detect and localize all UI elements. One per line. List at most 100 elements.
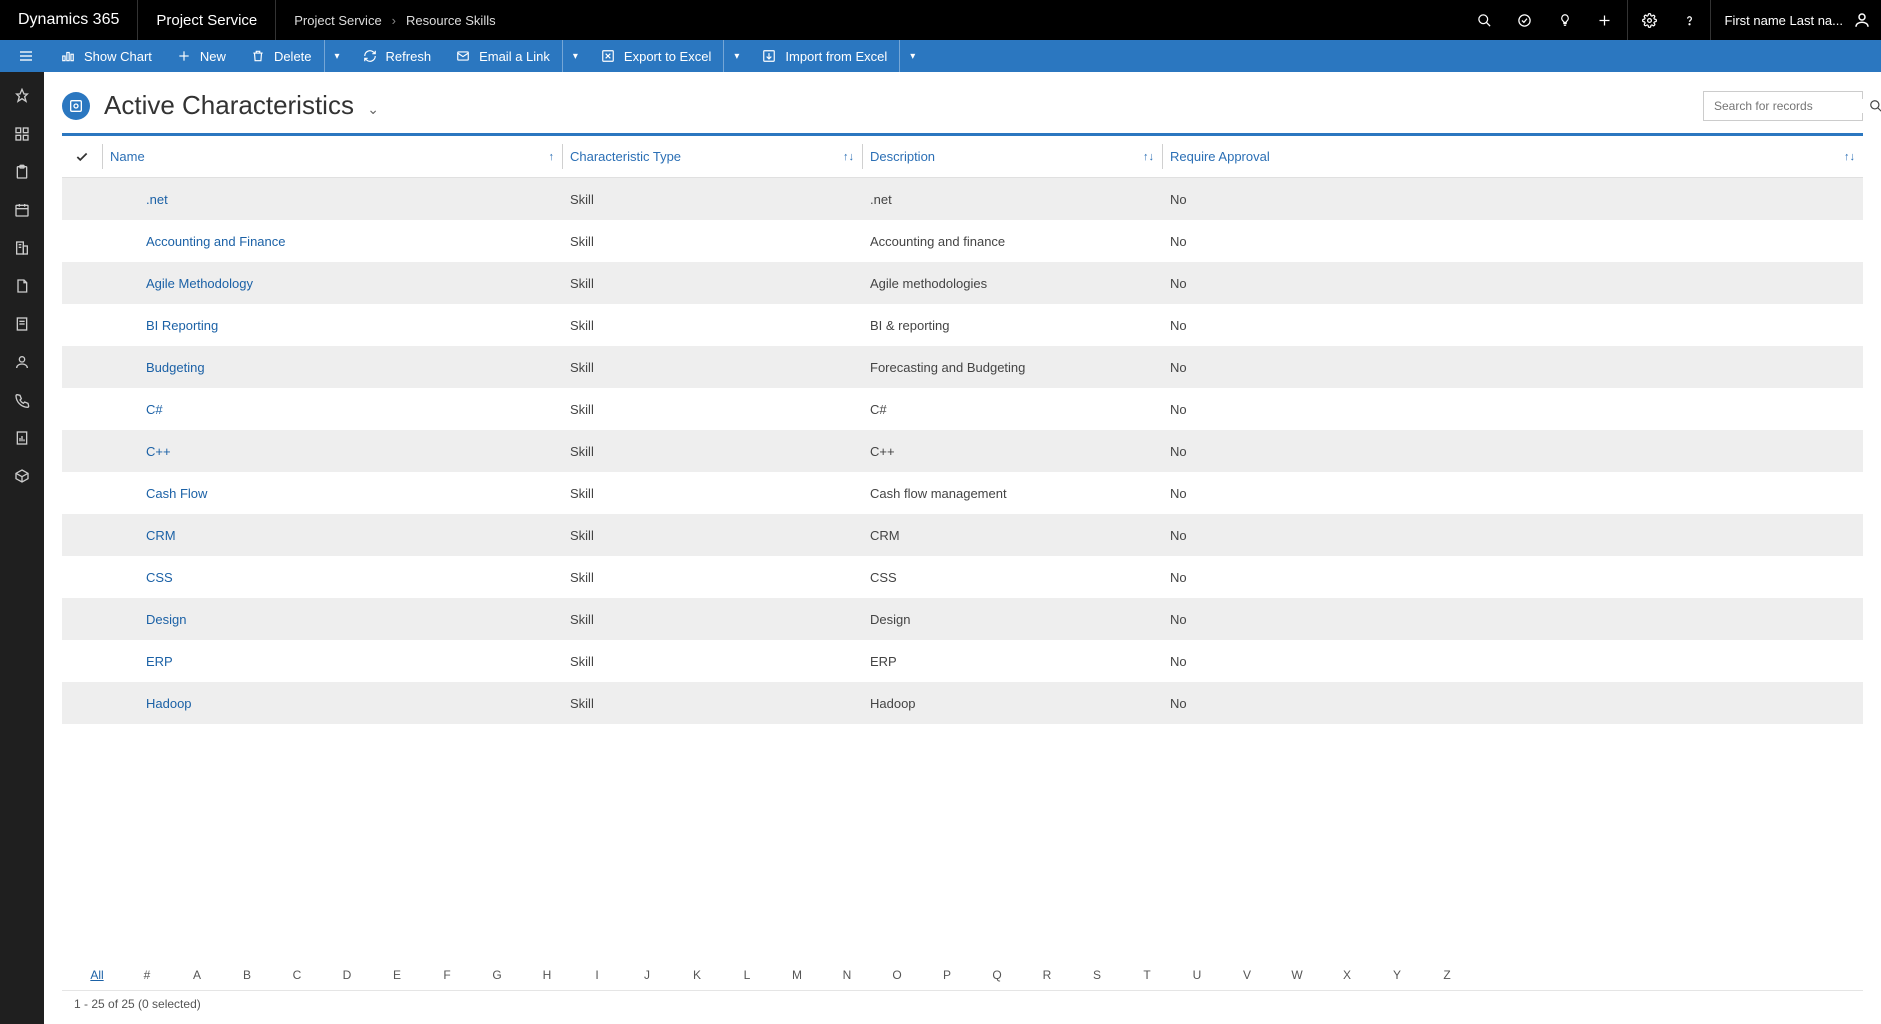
breadcrumb-item[interactable]: Project Service: [294, 13, 381, 28]
alpha-filter-x[interactable]: X: [1322, 968, 1372, 982]
chevron-down-icon[interactable]: ⌄: [367, 101, 379, 117]
import-excel-dropdown[interactable]: ▾: [899, 40, 925, 72]
alpha-filter-all[interactable]: All: [72, 968, 122, 982]
refresh-button[interactable]: Refresh: [350, 40, 444, 72]
plus-icon[interactable]: [1585, 0, 1625, 40]
module-label[interactable]: Project Service: [138, 0, 276, 40]
row-selector[interactable]: [62, 430, 102, 472]
alpha-filter-i[interactable]: I: [572, 968, 622, 982]
gear-icon[interactable]: [1630, 0, 1670, 40]
search-icon[interactable]: [1465, 0, 1505, 40]
table-row[interactable]: CSSSkillCSSNo: [62, 556, 1863, 598]
row-selector[interactable]: [62, 220, 102, 262]
cell-name[interactable]: C++: [102, 430, 562, 472]
table-row[interactable]: .netSkill.netNo: [62, 178, 1863, 220]
nav-report-icon[interactable]: [0, 422, 44, 454]
table-row[interactable]: C++SkillC++No: [62, 430, 1863, 472]
alpha-filter-h[interactable]: H: [522, 968, 572, 982]
email-link-dropdown[interactable]: ▾: [562, 40, 588, 72]
row-selector[interactable]: [62, 388, 102, 430]
cell-name[interactable]: ERP: [102, 640, 562, 682]
alpha-filter-g[interactable]: G: [472, 968, 522, 982]
row-selector[interactable]: [62, 682, 102, 724]
alpha-filter-e[interactable]: E: [372, 968, 422, 982]
column-header-name[interactable]: Name ↑: [102, 136, 562, 177]
nav-pin-icon[interactable]: [0, 80, 44, 112]
nav-box-icon[interactable]: [0, 460, 44, 492]
alpha-filter-s[interactable]: S: [1072, 968, 1122, 982]
nav-clipboard-icon[interactable]: [0, 156, 44, 188]
row-selector[interactable]: [62, 262, 102, 304]
table-row[interactable]: HadoopSkillHadoopNo: [62, 682, 1863, 724]
cell-name[interactable]: .net: [102, 178, 562, 220]
cell-name[interactable]: CSS: [102, 556, 562, 598]
alpha-filter-k[interactable]: K: [672, 968, 722, 982]
new-button[interactable]: New: [164, 40, 238, 72]
table-row[interactable]: Cash FlowSkillCash flow managementNo: [62, 472, 1863, 514]
export-excel-button[interactable]: Export to Excel: [588, 40, 723, 72]
alpha-filter-o[interactable]: O: [872, 968, 922, 982]
alpha-filter-l[interactable]: L: [722, 968, 772, 982]
email-link-button[interactable]: Email a Link: [443, 40, 562, 72]
table-row[interactable]: BI ReportingSkillBI & reportingNo: [62, 304, 1863, 346]
alpha-filter-p[interactable]: P: [922, 968, 972, 982]
search-icon[interactable]: [1869, 99, 1881, 113]
table-row[interactable]: ERPSkillERPNo: [62, 640, 1863, 682]
delete-button[interactable]: Delete: [238, 40, 324, 72]
column-header-approve[interactable]: Require Approval ↑↓: [1162, 136, 1863, 177]
cell-name[interactable]: Accounting and Finance: [102, 220, 562, 262]
cell-name[interactable]: CRM: [102, 514, 562, 556]
alpha-filter-c[interactable]: C: [272, 968, 322, 982]
nav-calendar-icon[interactable]: [0, 194, 44, 226]
delete-dropdown[interactable]: ▾: [324, 40, 350, 72]
table-row[interactable]: Agile MethodologySkillAgile methodologie…: [62, 262, 1863, 304]
cell-name[interactable]: Hadoop: [102, 682, 562, 724]
cell-name[interactable]: Design: [102, 598, 562, 640]
row-selector[interactable]: [62, 346, 102, 388]
alpha-filter-f[interactable]: F: [422, 968, 472, 982]
cell-name[interactable]: BI Reporting: [102, 304, 562, 346]
brand-label[interactable]: Dynamics 365: [0, 0, 138, 40]
alpha-filter-r[interactable]: R: [1022, 968, 1072, 982]
row-selector[interactable]: [62, 178, 102, 220]
alpha-filter-w[interactable]: W: [1272, 968, 1322, 982]
cell-name[interactable]: Budgeting: [102, 346, 562, 388]
cell-name[interactable]: Cash Flow: [102, 472, 562, 514]
table-row[interactable]: C#SkillC#No: [62, 388, 1863, 430]
nav-document-icon[interactable]: [0, 270, 44, 302]
alpha-filter-y[interactable]: Y: [1372, 968, 1422, 982]
task-icon[interactable]: [1505, 0, 1545, 40]
search-input[interactable]: [1714, 99, 1869, 113]
row-selector[interactable]: [62, 556, 102, 598]
cell-name[interactable]: Agile Methodology: [102, 262, 562, 304]
table-row[interactable]: CRMSkillCRMNo: [62, 514, 1863, 556]
alpha-filter-d[interactable]: D: [322, 968, 372, 982]
column-header-description[interactable]: Description ↑↓: [862, 136, 1162, 177]
export-excel-dropdown[interactable]: ▾: [723, 40, 749, 72]
cell-name[interactable]: C#: [102, 388, 562, 430]
select-all-column[interactable]: [62, 136, 102, 177]
row-selector[interactable]: [62, 598, 102, 640]
table-row[interactable]: DesignSkillDesignNo: [62, 598, 1863, 640]
table-row[interactable]: Accounting and FinanceSkillAccounting an…: [62, 220, 1863, 262]
alpha-filter-#[interactable]: #: [122, 968, 172, 982]
alpha-filter-t[interactable]: T: [1122, 968, 1172, 982]
row-selector[interactable]: [62, 472, 102, 514]
search-records-box[interactable]: [1703, 91, 1863, 121]
user-menu[interactable]: First name Last na...: [1710, 0, 1881, 40]
nav-invoice-icon[interactable]: [0, 308, 44, 340]
nav-person-icon[interactable]: [0, 346, 44, 378]
table-row[interactable]: BudgetingSkillForecasting and BudgetingN…: [62, 346, 1863, 388]
show-chart-button[interactable]: Show Chart: [48, 40, 164, 72]
grid-body[interactable]: .netSkill.netNoAccounting and FinanceSki…: [62, 178, 1863, 960]
help-icon[interactable]: [1670, 0, 1710, 40]
alpha-filter-q[interactable]: Q: [972, 968, 1022, 982]
row-selector[interactable]: [62, 640, 102, 682]
hamburger-icon[interactable]: [8, 40, 44, 72]
column-header-type[interactable]: Characteristic Type ↑↓: [562, 136, 862, 177]
alpha-filter-b[interactable]: B: [222, 968, 272, 982]
import-excel-button[interactable]: Import from Excel: [749, 40, 899, 72]
alpha-filter-n[interactable]: N: [822, 968, 872, 982]
view-title[interactable]: Active Characteristics ⌄: [104, 90, 379, 121]
alpha-filter-m[interactable]: M: [772, 968, 822, 982]
